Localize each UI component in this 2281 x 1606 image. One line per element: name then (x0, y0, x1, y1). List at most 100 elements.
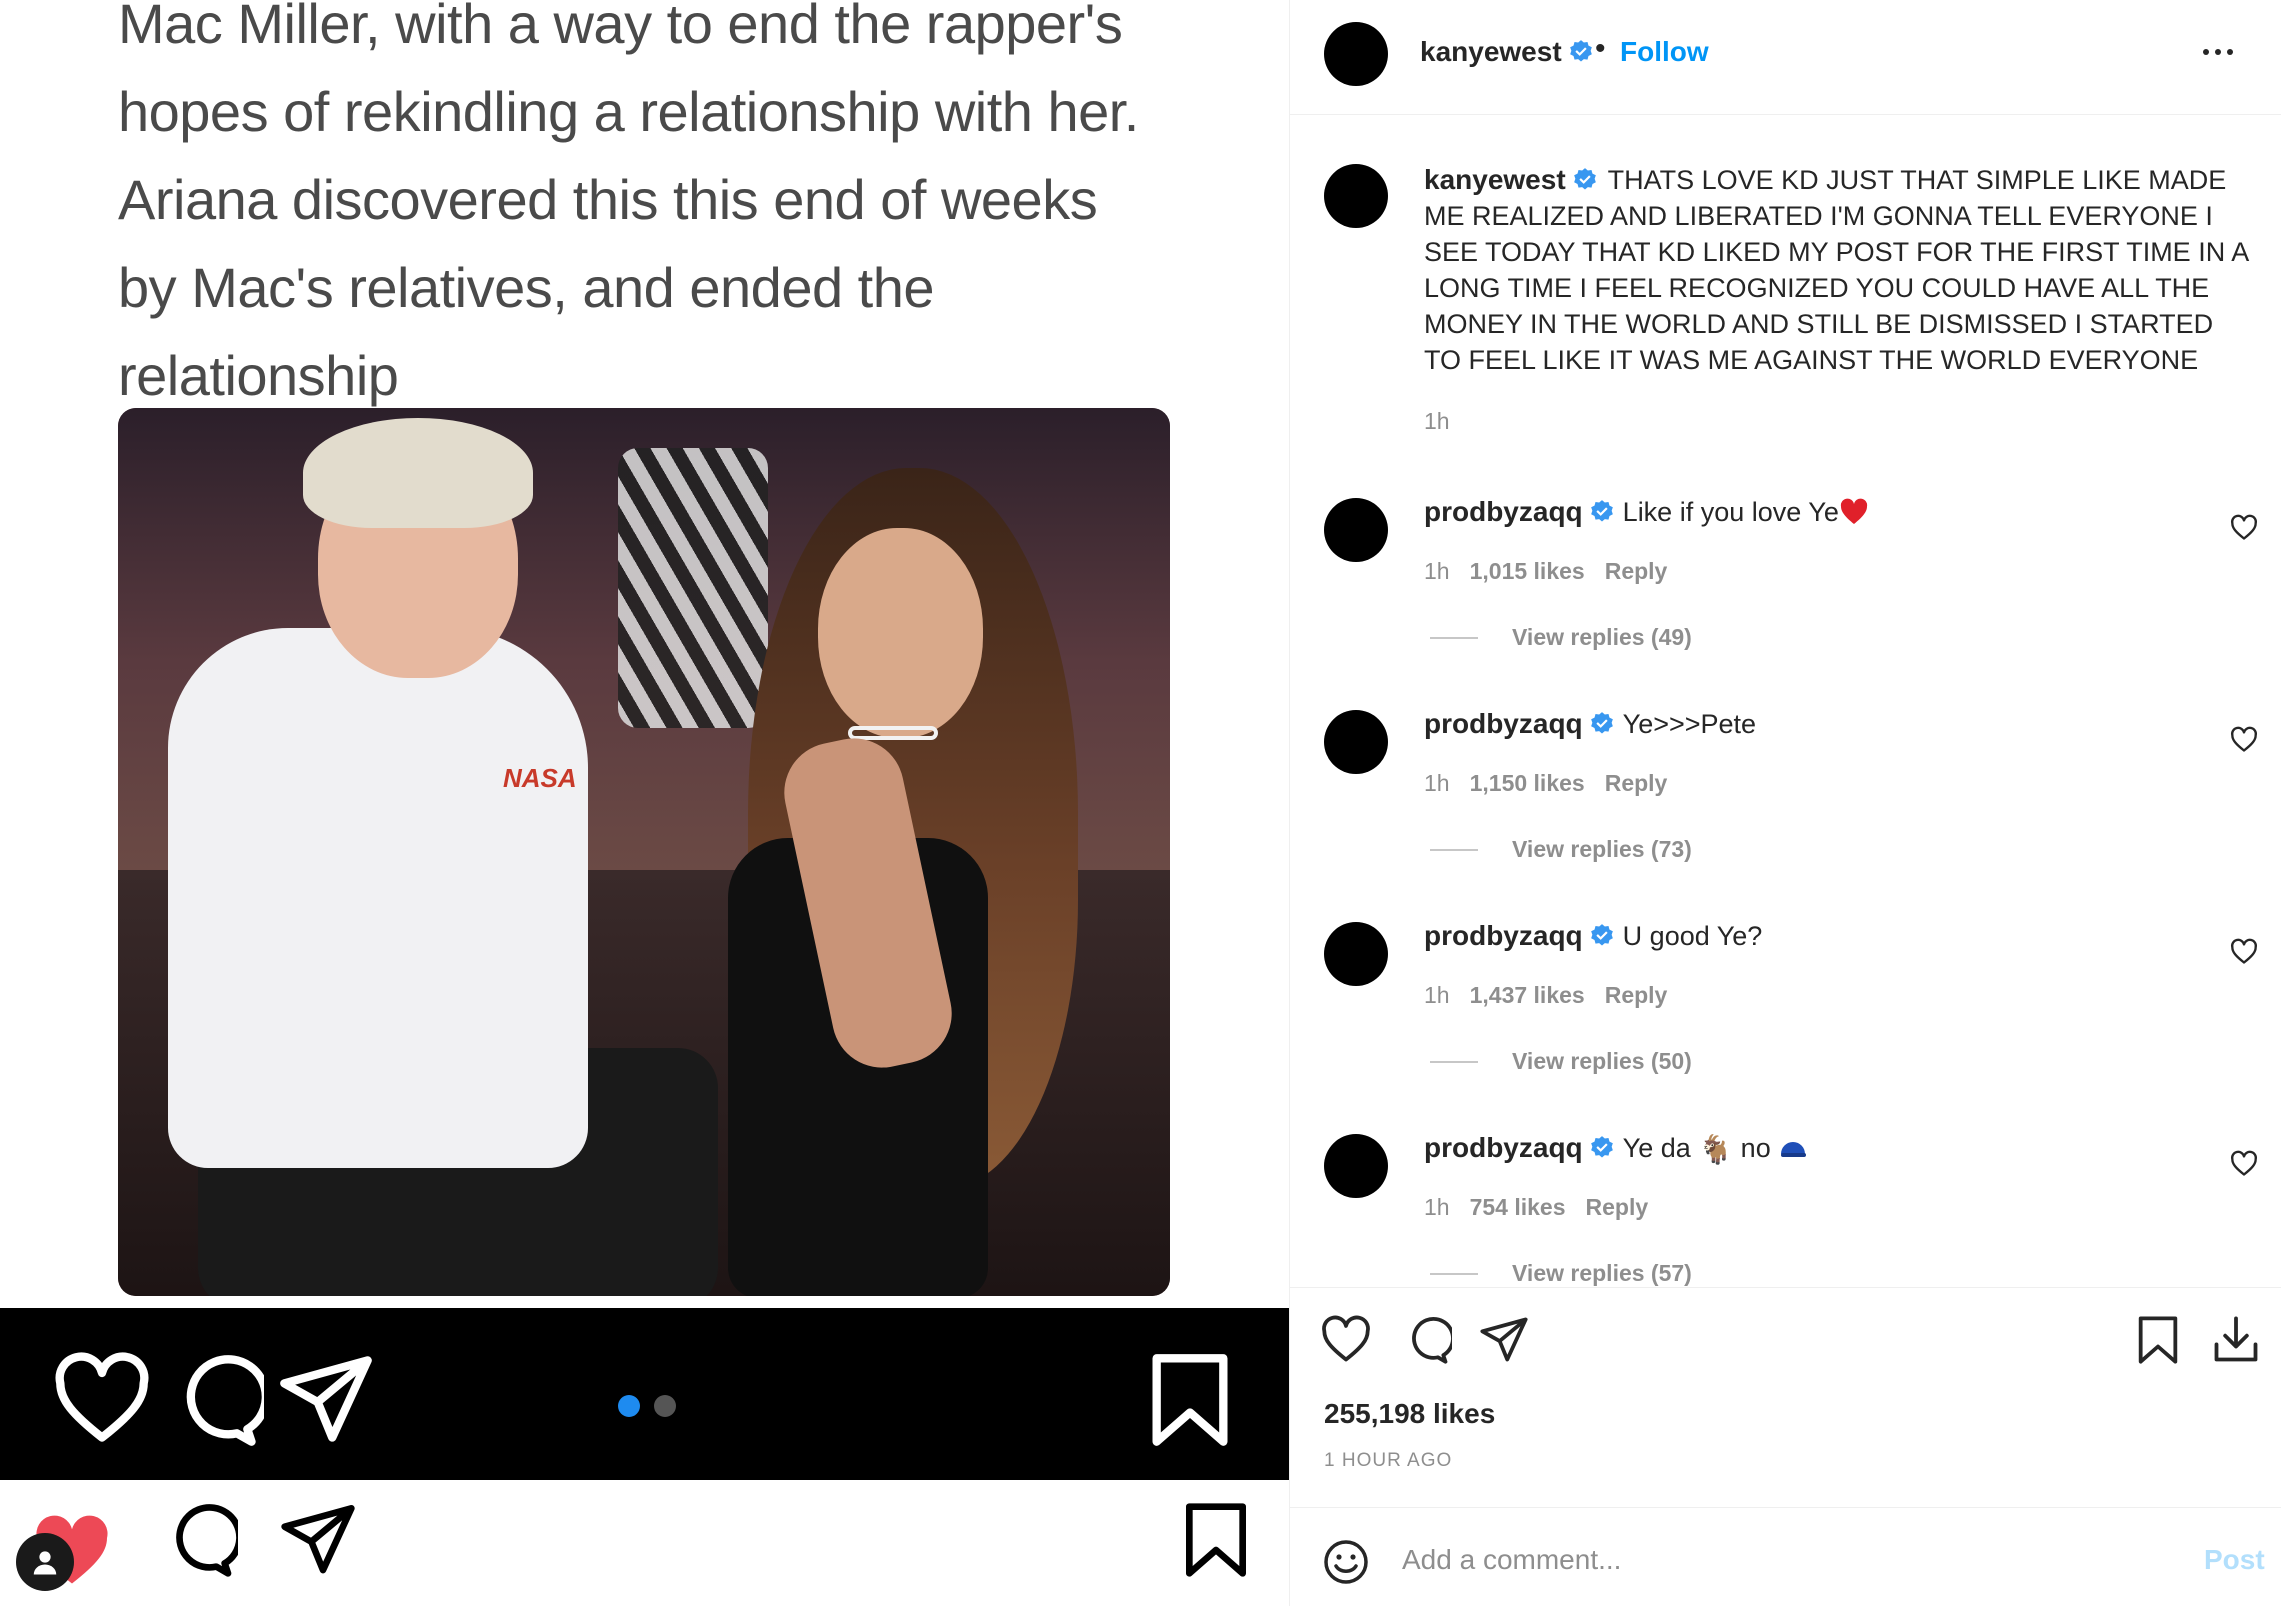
comment-line: prodbyzaqq U good Ye? (1424, 920, 1762, 952)
reposted-screenshot: Mac Miller, with a way to end the rapper… (0, 0, 1289, 1480)
comment-likes[interactable]: 754 likes (1470, 1194, 1566, 1220)
comment-item: prodbyzaqq U good Ye? 1h 1,437 likes Reply … (1290, 906, 2281, 1118)
comment-meta: 1h 1,437 likes Reply (1424, 982, 1687, 1009)
commenter-username[interactable]: prodbyzaqq (1424, 1132, 1615, 1163)
couple-photo: NASA (118, 408, 1170, 1296)
download-icon[interactable] (2210, 1314, 2262, 1366)
post-panel: kanyewest • Follow kanyewest THATS LOVE K… (1289, 0, 2281, 1606)
comment-item: prodbyzaqq Like if you love Ye 1h 1,015 li… (1290, 482, 2281, 694)
meme-line: relationship (118, 344, 399, 407)
commenter-username[interactable]: prodbyzaqq (1424, 708, 1615, 739)
verified-icon (1590, 500, 1613, 522)
comment-line: prodbyzaqq Ye da 🐐 no (1424, 1132, 1808, 1166)
commenter-name[interactable]: prodbyzaqq (1424, 708, 1583, 739)
comment-line: prodbyzaqq Ye>>>Pete (1424, 708, 1756, 740)
comment-likes[interactable]: 1,150 likes (1470, 770, 1585, 796)
comment-icon[interactable] (1400, 1314, 1452, 1366)
reply-button[interactable]: Reply (1605, 770, 1668, 796)
view-replies-button[interactable]: View replies (73) (1430, 836, 1692, 863)
meme-line: hopes of rekindling a relationship with … (118, 80, 1139, 143)
view-replies-button[interactable]: View replies (49) (1430, 624, 1692, 651)
blue-cap-emoji-icon (1781, 1142, 1807, 1157)
separator-dot: • (1595, 32, 1606, 65)
caption-time: 1h (1424, 408, 1450, 434)
view-replies-label[interactable]: View replies (50) (1512, 1048, 1692, 1075)
post-comment-button[interactable]: Post (2204, 1544, 2265, 1576)
post-actions: 255,198 likes 1 HOUR AGO (1290, 1287, 2281, 1507)
commenter-username[interactable]: prodbyzaqq (1424, 920, 1615, 951)
comment-like-icon[interactable] (2230, 726, 2258, 754)
comment-text: Ye da (1622, 1133, 1691, 1163)
heart-icon (55, 1352, 149, 1442)
commenter-name[interactable]: prodbyzaqq (1424, 496, 1583, 527)
caption-author[interactable]: kanyewest (1424, 164, 1566, 195)
replies-dash (1430, 1272, 1478, 1275)
comment-input[interactable] (1402, 1538, 2122, 1582)
bookmark-icon[interactable] (2132, 1314, 2184, 1366)
likes-count[interactable]: 255,198 likes (1324, 1398, 1495, 1430)
reply-button[interactable]: Reply (1586, 1194, 1649, 1220)
view-replies-button[interactable]: View replies (57) (1430, 1260, 1692, 1286)
commenter-avatar[interactable] (1324, 922, 1388, 986)
reply-button[interactable]: Reply (1605, 558, 1668, 584)
meme-line: Ariana discovered this this end of weeks (118, 168, 1098, 231)
smile-icon[interactable] (1322, 1538, 1370, 1586)
meme-line: Mac Miller, with a way to end the rapper… (118, 0, 1123, 55)
caption-username[interactable]: kanyewest (1424, 164, 1598, 195)
carousel-indicator (618, 1395, 676, 1417)
post-media: Mac Miller, with a way to end the rapper… (0, 0, 1289, 1606)
comment-line: prodbyzaqq Like if you love Ye (1424, 496, 1869, 528)
striped-dress-figure (618, 448, 768, 728)
screenshot-lower-bar (0, 1480, 1289, 1606)
comment-likes[interactable]: 1,015 likes (1470, 558, 1585, 584)
replies-dash (1430, 848, 1478, 851)
comment-like-icon[interactable] (2230, 514, 2258, 542)
comment-icon (186, 1355, 264, 1446)
commenter-avatar[interactable] (1324, 1134, 1388, 1198)
goat-emoji-icon: 🐐 (1698, 1134, 1734, 1165)
comments-list[interactable]: kanyewest THATS LOVE KD JUST THAT SIMPLE … (1290, 116, 2281, 1286)
comment-time: 1h (1424, 770, 1450, 796)
view-replies-label[interactable]: View replies (49) (1512, 624, 1692, 651)
meme-caption-text: Mac Miller, with a way to end the rapper… (118, 0, 1198, 420)
caption-body: THATS LOVE KD JUST THAT SIMPLE LIKE MADE… (1424, 165, 2248, 375)
replies-dash (1430, 636, 1478, 639)
person-icon (33, 1551, 57, 1575)
post-timestamp: 1 HOUR AGO (1324, 1450, 1453, 1471)
author-name[interactable]: kanyewest (1420, 36, 1562, 67)
user-icon (16, 1533, 74, 1591)
author-username[interactable]: kanyewest (1420, 36, 1594, 68)
replies-dash (1430, 1060, 1478, 1063)
more-icon[interactable] (2196, 30, 2240, 74)
verified-icon (1590, 924, 1613, 946)
follow-button[interactable]: Follow (1620, 36, 1709, 68)
view-replies-label[interactable]: View replies (57) (1512, 1260, 1692, 1286)
commenter-avatar[interactable] (1324, 710, 1388, 774)
man-hair (303, 418, 533, 528)
commenter-name[interactable]: prodbyzaqq (1424, 920, 1583, 951)
comment-like-icon[interactable] (2230, 938, 2258, 966)
share-icon[interactable] (1478, 1314, 1530, 1366)
comment-time: 1h (1424, 1194, 1450, 1220)
caption-text: kanyewest THATS LOVE KD JUST THAT SIMPLE … (1424, 162, 2254, 378)
comment-item: prodbyzaqq Ye da 🐐 no 1h 754 likes Reply Vi… (1290, 1118, 2281, 1286)
share-icon (280, 1356, 372, 1442)
commenter-name[interactable]: prodbyzaqq (1424, 1132, 1583, 1163)
commenter-avatar[interactable] (1324, 498, 1388, 562)
comment-like-icon[interactable] (2230, 1150, 2258, 1178)
bookmark-icon (1186, 1503, 1246, 1577)
commenter-username[interactable]: prodbyzaqq (1424, 496, 1615, 527)
reply-button[interactable]: Reply (1605, 982, 1668, 1008)
comment-icon (176, 1504, 238, 1577)
carousel-dot-active (618, 1395, 640, 1417)
author-avatar[interactable] (1324, 164, 1388, 228)
comment-likes[interactable]: 1,437 likes (1470, 982, 1585, 1008)
bookmark-icon (1152, 1354, 1228, 1446)
post-caption: kanyewest THATS LOVE KD JUST THAT SIMPLE … (1290, 116, 2281, 456)
view-replies-label[interactable]: View replies (73) (1512, 836, 1692, 863)
heart-icon[interactable] (1320, 1314, 1372, 1366)
screenshot-action-bar (0, 1308, 1289, 1480)
view-replies-button[interactable]: View replies (50) (1430, 1048, 1692, 1075)
author-avatar[interactable] (1324, 22, 1388, 86)
carousel-dot (654, 1395, 676, 1417)
